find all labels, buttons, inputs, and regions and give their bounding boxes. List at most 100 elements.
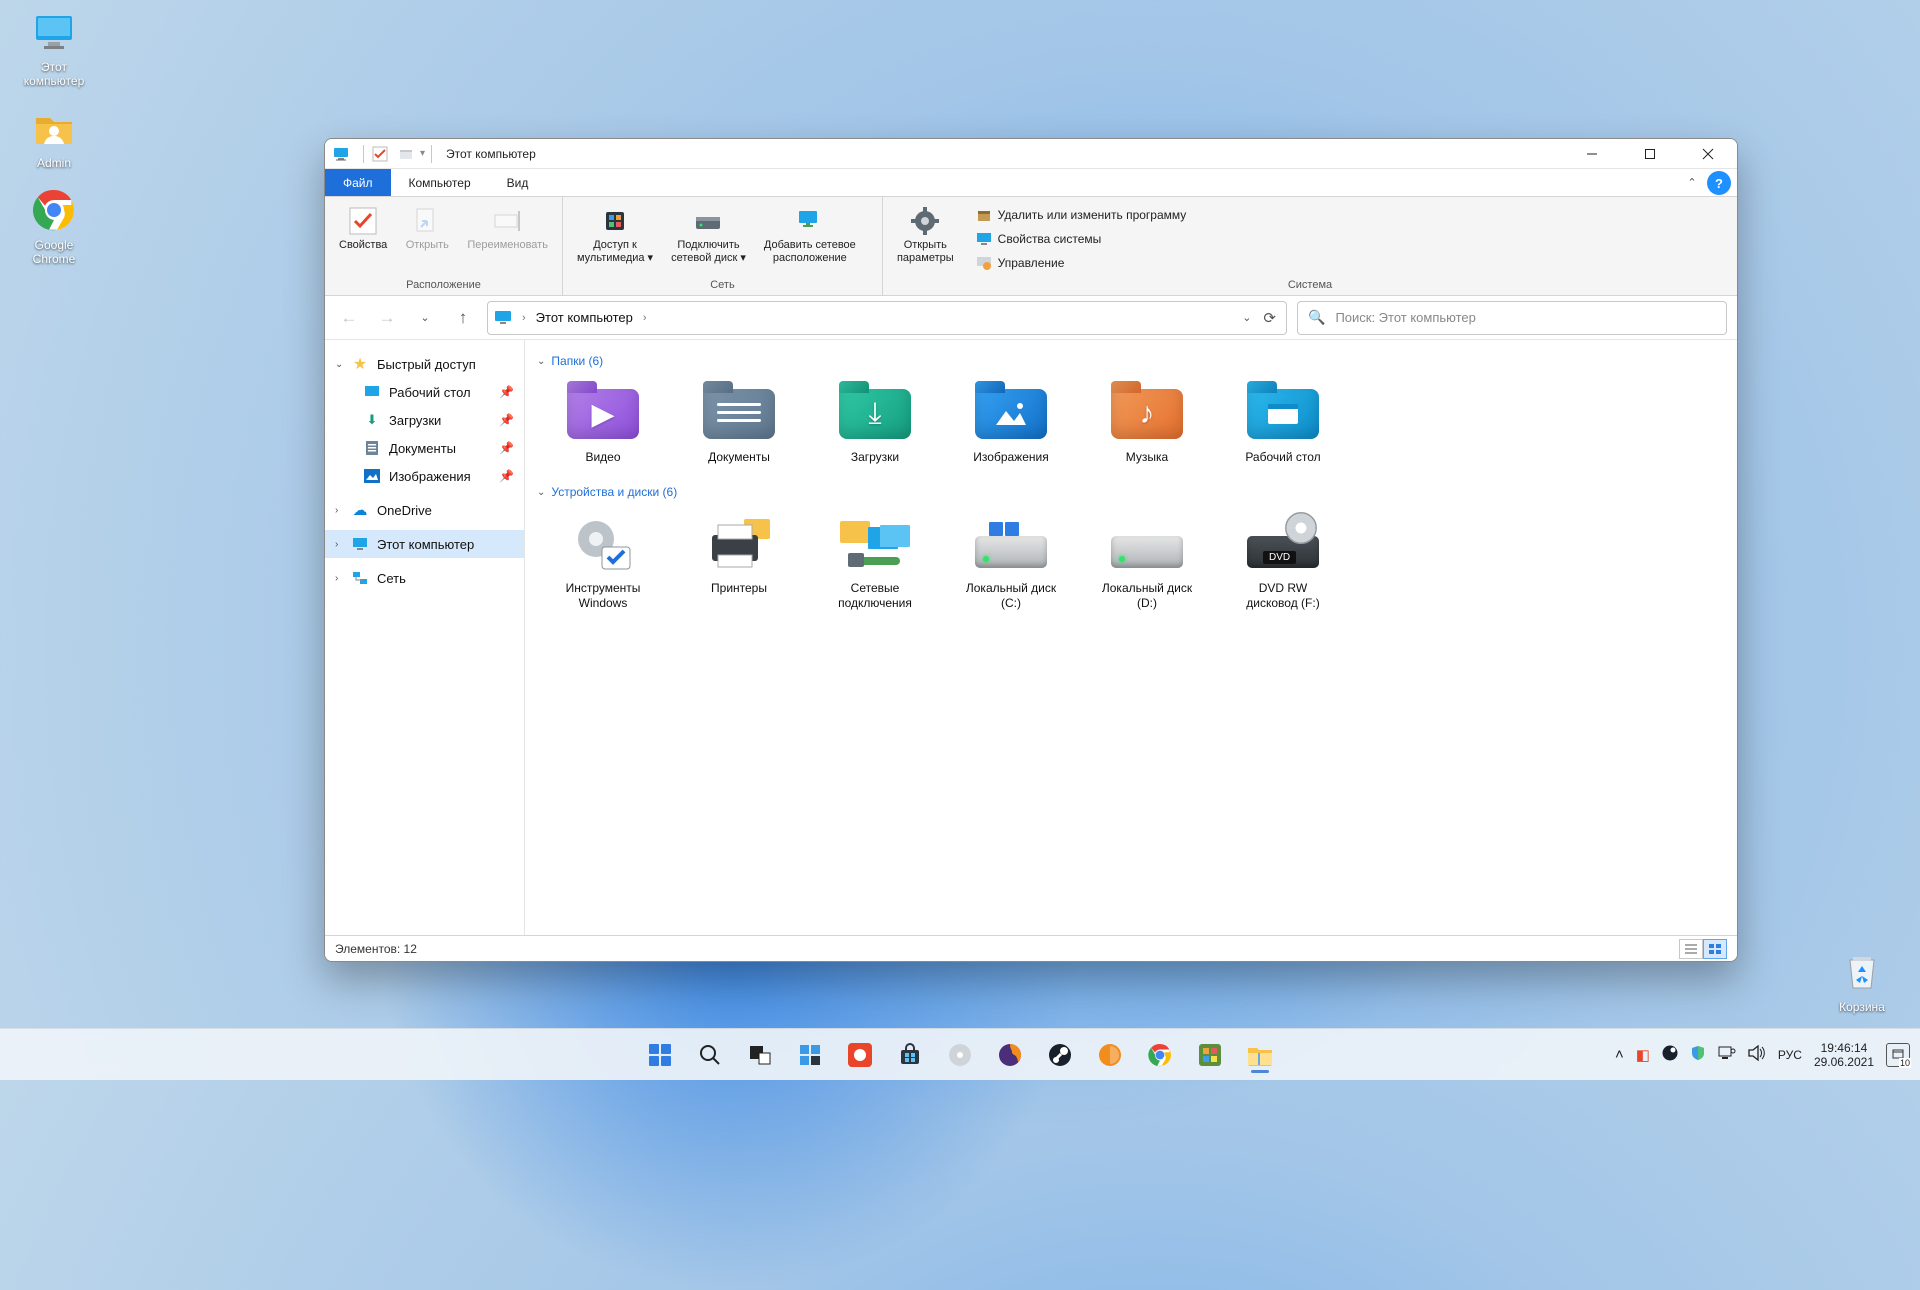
desktop-icon-recycle-bin[interactable]: Корзина xyxy=(1816,948,1908,1014)
help-button[interactable]: ? xyxy=(1707,171,1731,195)
search-box[interactable]: 🔍 xyxy=(1297,301,1727,335)
check-icon xyxy=(347,205,379,237)
ribbon-properties[interactable]: Свойства xyxy=(331,201,395,256)
drive-dvd[interactable]: DVDDVD RW дисковод (F:) xyxy=(1219,511,1347,615)
tray-volume-icon[interactable] xyxy=(1748,1045,1766,1065)
section-folders-header[interactable]: ⌄Папки (6) xyxy=(533,348,1737,374)
ribbon-collapse-icon[interactable]: ⌃ xyxy=(1679,169,1705,196)
address-dropdown[interactable]: ⌄ xyxy=(1242,311,1251,324)
menubar: Файл Компьютер Вид ⌃ ? xyxy=(325,169,1737,197)
tab-file[interactable]: Файл xyxy=(325,169,391,196)
tray-network-icon[interactable] xyxy=(1718,1046,1736,1064)
close-button[interactable] xyxy=(1679,139,1737,169)
tab-view[interactable]: Вид xyxy=(489,169,547,196)
minimize-button[interactable] xyxy=(1563,139,1621,169)
side-quick-access[interactable]: ⌄ ★ Быстрый доступ xyxy=(325,350,524,378)
ribbon-system-properties[interactable]: Свойства системы xyxy=(972,229,1191,249)
tray-clock[interactable]: 19:46:14 29.06.2021 xyxy=(1814,1041,1874,1069)
ribbon-add-network[interactable]: Добавить сетевое расположение xyxy=(756,201,864,269)
nav-history[interactable]: ⌄ xyxy=(411,304,439,332)
drive-network-connections[interactable]: Сетевые подключения xyxy=(811,511,939,615)
pin-icon: 📌 xyxy=(499,469,514,483)
side-this-pc[interactable]: › Этот компьютер xyxy=(325,530,524,558)
folder-desktop[interactable]: Рабочий стол xyxy=(1219,380,1347,469)
section-drives-header[interactable]: ⌄Устройства и диски (6) xyxy=(533,479,1737,505)
drive-printers[interactable]: Принтеры xyxy=(675,511,803,615)
pc-icon xyxy=(331,144,351,164)
chevron-down-icon[interactable]: ⌄ xyxy=(335,359,349,370)
download-icon: ⬇ xyxy=(363,411,381,429)
chevron-right-icon[interactable]: › xyxy=(522,312,526,324)
start-button[interactable] xyxy=(639,1034,681,1076)
nav-forward[interactable]: → xyxy=(373,304,401,332)
taskbar-taskview[interactable] xyxy=(739,1034,781,1076)
manage-icon xyxy=(976,255,992,271)
side-desktop[interactable]: Рабочий стол📌 xyxy=(353,378,524,406)
desktop-icon-chrome[interactable]: Google Chrome xyxy=(8,186,100,266)
taskbar-chrome[interactable] xyxy=(1139,1034,1181,1076)
tray-app-icon[interactable]: ◧ xyxy=(1636,1046,1650,1064)
play-icon: ▶ xyxy=(567,389,639,439)
taskbar-app-1[interactable] xyxy=(839,1034,881,1076)
desktop-icon-admin[interactable]: Admin xyxy=(8,104,100,170)
drive-local-d[interactable]: Локальный диск (D:) xyxy=(1083,511,1211,615)
folder-documents[interactable]: Документы xyxy=(675,380,803,469)
qa-folder-icon[interactable] xyxy=(396,144,416,164)
folder-pictures[interactable]: Изображения xyxy=(947,380,1075,469)
side-documents[interactable]: Документы📌 xyxy=(353,434,524,462)
taskbar-app-disc[interactable] xyxy=(939,1034,981,1076)
taskbar-steam[interactable] xyxy=(1039,1034,1081,1076)
address-bar[interactable]: › Этот компьютер › ⌄ ⟳ xyxy=(487,301,1287,335)
taskbar-explorer[interactable] xyxy=(1239,1034,1281,1076)
tray-steam-icon[interactable] xyxy=(1662,1045,1678,1065)
tray-language[interactable]: РУС xyxy=(1778,1048,1802,1062)
side-downloads[interactable]: ⬇Загрузки📌 xyxy=(353,406,524,434)
refresh-button[interactable]: ⟳ xyxy=(1263,309,1276,327)
ribbon-group-system: Система xyxy=(889,277,1731,293)
nav-up[interactable]: ↑ xyxy=(449,304,477,332)
titlebar[interactable]: ▾ Этот компьютер xyxy=(325,139,1737,169)
folder-video[interactable]: ▶Видео xyxy=(539,380,667,469)
network-location-icon xyxy=(794,205,826,237)
ribbon-map-drive[interactable]: Подключить сетевой диск ▾ xyxy=(663,201,754,269)
monitor-small-icon xyxy=(976,231,992,247)
tray-overflow[interactable]: ˄ xyxy=(1615,1046,1624,1063)
ribbon-manage[interactable]: Управление xyxy=(972,253,1191,273)
side-network[interactable]: › Сеть xyxy=(325,564,524,592)
taskbar-store[interactable] xyxy=(889,1034,931,1076)
breadcrumb[interactable]: Этот компьютер xyxy=(536,310,633,325)
maximize-button[interactable] xyxy=(1621,139,1679,169)
taskbar-app-3[interactable] xyxy=(1189,1034,1231,1076)
pin-icon: 📌 xyxy=(499,413,514,427)
image-icon xyxy=(975,389,1047,439)
taskbar-firefox[interactable] xyxy=(989,1034,1031,1076)
monitor-icon xyxy=(30,8,78,56)
search-input[interactable] xyxy=(1335,310,1716,325)
ribbon-media-access[interactable]: Доступ к мультимедиа ▾ xyxy=(569,201,661,269)
side-onedrive[interactable]: › ☁ OneDrive xyxy=(325,496,524,524)
desktop-icon-this-pc[interactable]: Этот компьютер xyxy=(8,8,100,88)
chevron-right-icon[interactable]: › xyxy=(335,539,349,550)
view-details-button[interactable] xyxy=(1679,939,1703,959)
tab-computer[interactable]: Компьютер xyxy=(391,169,489,196)
folder-downloads[interactable]: ⤓Загрузки xyxy=(811,380,939,469)
drive-windows-tools[interactable]: Инструменты Windows xyxy=(539,511,667,615)
view-icons-button[interactable] xyxy=(1703,939,1727,959)
tray-security-icon[interactable] xyxy=(1690,1045,1706,1065)
drive-local-c[interactable]: Локальный диск (C:) xyxy=(947,511,1075,615)
document-icon xyxy=(363,439,381,457)
user-folder-icon xyxy=(30,104,78,152)
side-pictures[interactable]: Изображения📌 xyxy=(353,462,524,490)
chevron-right-icon[interactable]: › xyxy=(335,573,349,584)
ribbon-open-settings[interactable]: Открыть параметры xyxy=(889,201,962,269)
taskbar-app-orange[interactable] xyxy=(1089,1034,1131,1076)
tray-notifications[interactable] xyxy=(1886,1043,1910,1067)
taskbar-widgets[interactable] xyxy=(789,1034,831,1076)
chevron-right-icon[interactable]: › xyxy=(335,505,349,516)
nav-back[interactable]: ← xyxy=(335,304,363,332)
chevron-right-icon[interactable]: › xyxy=(643,312,647,324)
folder-music[interactable]: ♪Музыка xyxy=(1083,380,1211,469)
qa-properties-icon[interactable] xyxy=(370,144,390,164)
taskbar-search[interactable] xyxy=(689,1034,731,1076)
ribbon-uninstall-program[interactable]: Удалить или изменить программу xyxy=(972,205,1191,225)
